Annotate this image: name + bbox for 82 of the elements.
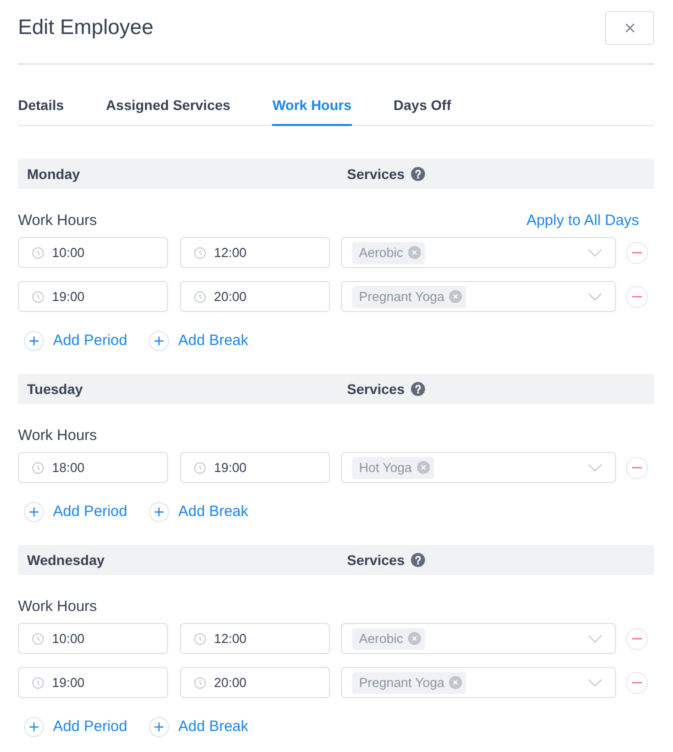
apply-all-link[interactable]: Apply to All Days	[526, 213, 639, 229]
remove-icon[interactable]	[408, 632, 422, 645]
add-period-button[interactable]: Add Period	[24, 331, 128, 351]
clock-icon	[194, 462, 206, 474]
remove-icon[interactable]	[449, 290, 462, 303]
time-field[interactable]: 12:00	[180, 623, 330, 654]
clock-icon	[194, 246, 206, 258]
plus-circle-icon	[24, 331, 44, 351]
services-label: Services	[347, 552, 405, 568]
remove-period-button[interactable]	[626, 286, 648, 308]
remove-icon[interactable]	[449, 676, 462, 689]
add-break-button[interactable]: Add Break	[149, 717, 248, 737]
remove-period-button[interactable]	[626, 672, 648, 694]
help-icon[interactable]	[410, 167, 425, 181]
work-hours-label: Work Hours	[18, 213, 97, 229]
tab[interactable]: Days Off	[394, 96, 452, 126]
clock-icon	[32, 290, 44, 302]
tab[interactable]: Assigned Services	[106, 96, 230, 126]
service-tag[interactable]: Aerobic	[352, 628, 426, 650]
chevron-down-icon	[588, 634, 602, 642]
work-hours-label: Work Hours	[18, 599, 97, 615]
remove-period-button[interactable]	[626, 242, 648, 264]
close-icon	[624, 23, 634, 33]
time-field[interactable]: 19:00	[18, 667, 168, 698]
plus-circle-icon	[24, 502, 44, 522]
plus-circle-icon	[149, 717, 170, 737]
help-icon[interactable]	[410, 382, 425, 396]
plus-circle-icon	[24, 717, 44, 737]
tab[interactable]: Details	[18, 96, 64, 126]
clock-icon	[194, 632, 206, 644]
clock-icon	[32, 676, 44, 688]
clock-icon	[194, 290, 206, 302]
remove-icon[interactable]	[416, 461, 430, 474]
work-hours-label: Work Hours	[18, 428, 97, 444]
day-name: Wednesday	[27, 552, 106, 568]
help-icon[interactable]	[410, 553, 425, 567]
time-field[interactable]: 12:00	[180, 237, 330, 268]
services-select[interactable]: Hot Yoga	[341, 452, 616, 483]
time-field[interactable]: 20:00	[180, 667, 330, 698]
plus-circle-icon	[149, 502, 170, 522]
service-tag[interactable]: Aerobic	[352, 242, 426, 264]
plus-circle-icon	[149, 331, 170, 351]
service-tag[interactable]: Pregnant Yoga	[352, 286, 466, 308]
clock-icon	[194, 676, 206, 688]
clock-icon	[32, 246, 44, 258]
dialog-title: Edit Employee	[18, 15, 154, 41]
chevron-down-icon	[588, 464, 602, 472]
services-select[interactable]: Aerobic	[341, 623, 616, 654]
clock-icon	[32, 632, 44, 644]
add-period-button[interactable]: Add Period	[24, 717, 128, 737]
chevron-down-icon	[588, 678, 602, 686]
time-field[interactable]: 18:00	[18, 452, 168, 483]
time-field[interactable]: 10:00	[18, 237, 168, 268]
minus-icon	[632, 466, 642, 468]
add-period-button[interactable]: Add Period	[24, 502, 128, 522]
time-field[interactable]: 10:00	[18, 623, 168, 654]
service-tag[interactable]: Hot Yoga	[352, 456, 434, 478]
remove-period-button[interactable]	[626, 456, 648, 478]
minus-icon	[632, 296, 642, 298]
day-name: Monday	[27, 166, 81, 182]
remove-icon[interactable]	[408, 246, 422, 259]
add-break-button[interactable]: Add Break	[149, 502, 248, 522]
time-field[interactable]: 20:00	[180, 281, 330, 312]
minus-icon	[632, 252, 642, 254]
services-label: Services	[347, 166, 405, 182]
services-select[interactable]: Pregnant Yoga	[341, 667, 616, 698]
remove-period-button[interactable]	[626, 628, 648, 650]
minus-icon	[632, 682, 642, 684]
day-name: Tuesday	[27, 381, 84, 397]
add-break-button[interactable]: Add Break	[149, 331, 248, 351]
tab[interactable]: Work Hours	[272, 96, 352, 126]
time-field[interactable]: 19:00	[18, 281, 168, 312]
chevron-down-icon	[588, 248, 602, 256]
chevron-down-icon	[588, 292, 602, 300]
services-select[interactable]: Pregnant Yoga	[341, 281, 616, 312]
services-label: Services	[347, 381, 405, 397]
time-field[interactable]: 19:00	[180, 452, 330, 483]
services-select[interactable]: Aerobic	[341, 237, 616, 268]
close-button[interactable]	[605, 11, 654, 45]
service-tag[interactable]: Pregnant Yoga	[352, 672, 466, 694]
minus-icon	[632, 638, 642, 640]
clock-icon	[32, 462, 44, 474]
